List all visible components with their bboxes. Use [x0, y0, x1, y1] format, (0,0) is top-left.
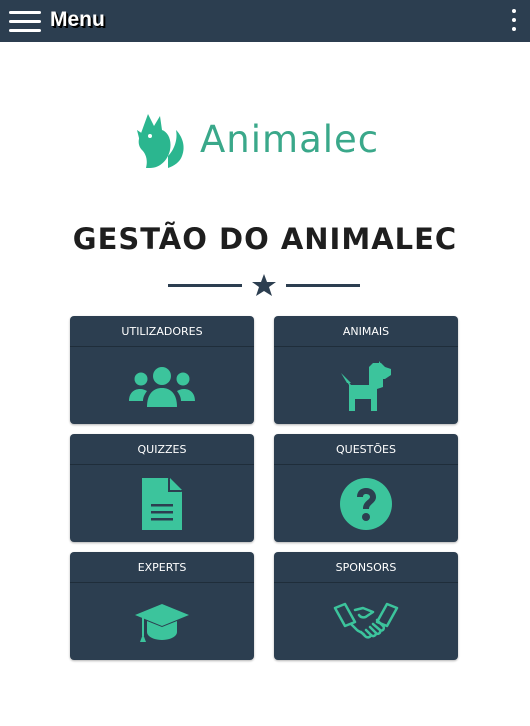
handshake-icon — [333, 602, 399, 639]
card-sponsors[interactable]: SPONSORS — [274, 552, 458, 660]
title-divider — [168, 274, 360, 298]
card-experts[interactable]: EXPERTS — [70, 552, 254, 660]
card-label: EXPERTS — [70, 552, 254, 583]
star-icon — [252, 274, 276, 296]
card-questoes[interactable]: QUESTÕES — [274, 434, 458, 542]
question-circle-icon — [340, 477, 392, 530]
kebab-icon[interactable] — [510, 7, 518, 35]
card-label: SPONSORS — [274, 552, 458, 583]
graduation-cap-icon — [135, 603, 189, 642]
logo-text: Animalec — [200, 118, 380, 161]
users-icon — [129, 366, 195, 407]
menu-title[interactable]: Menu — [50, 8, 105, 32]
dog-icon — [341, 360, 391, 411]
fox-icon — [137, 114, 184, 168]
card-animais[interactable]: ANIMAIS — [274, 316, 458, 424]
divider-line-right — [286, 284, 360, 287]
card-utilizadores[interactable]: UTILIZADORES — [70, 316, 254, 424]
divider-line-left — [168, 284, 242, 287]
card-quizzes[interactable]: QUIZZES — [70, 434, 254, 542]
card-label: QUIZZES — [70, 434, 254, 465]
hamburger-icon[interactable] — [9, 11, 41, 33]
logo: Animalec — [134, 110, 394, 172]
top-navbar: Menu — [0, 0, 530, 42]
page-title: GESTÃO DO ANIMALEC — [72, 222, 458, 256]
card-label: ANIMAIS — [274, 316, 458, 347]
document-icon — [142, 477, 182, 530]
card-label: QUESTÕES — [274, 434, 458, 465]
card-label: UTILIZADORES — [70, 316, 254, 347]
